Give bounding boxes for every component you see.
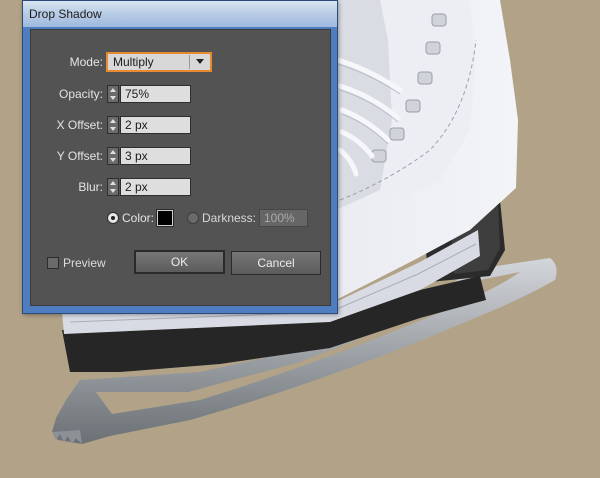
stepper-down-icon[interactable] <box>110 158 116 162</box>
x-offset-label: X Offset: <box>56 118 103 132</box>
opacity-stepper[interactable] <box>107 85 119 103</box>
dialog-title: Drop Shadow <box>29 7 102 21</box>
x-offset-input[interactable]: 2 px <box>120 116 191 134</box>
cancel-button[interactable]: Cancel <box>231 251 321 275</box>
stepper-down-icon[interactable] <box>110 127 116 131</box>
opacity-label: Opacity: <box>58 87 103 101</box>
ok-button[interactable]: OK <box>134 250 225 274</box>
y-offset-input[interactable]: 3 px <box>120 147 191 165</box>
mode-select[interactable]: Multiply <box>106 52 212 72</box>
drop-shadow-dialog: Drop Shadow Mode: Multiply Opacity: 75% … <box>22 0 338 314</box>
opacity-input[interactable]: 75% <box>120 85 191 103</box>
dialog-panel: Mode: Multiply Opacity: 75% X Offset: 2 … <box>30 29 331 306</box>
stepper-up-icon[interactable] <box>110 181 116 185</box>
stepper-up-icon[interactable] <box>110 119 116 123</box>
blur-input[interactable]: 2 px <box>120 178 191 196</box>
x-offset-stepper[interactable] <box>107 116 119 134</box>
color-radio[interactable] <box>107 212 119 224</box>
shadow-color-swatch[interactable] <box>156 209 174 227</box>
mode-select-value: Multiply <box>113 55 154 69</box>
y-offset-label: Y Offset: <box>56 149 103 163</box>
y-offset-stepper[interactable] <box>107 147 119 165</box>
chevron-down-icon[interactable] <box>196 59 204 64</box>
stepper-up-icon[interactable] <box>110 150 116 154</box>
color-label: Color: <box>122 211 155 225</box>
darkness-radio[interactable] <box>187 212 199 224</box>
stepper-up-icon[interactable] <box>110 88 116 92</box>
blur-label: Blur: <box>78 180 103 194</box>
stepper-down-icon[interactable] <box>110 96 116 100</box>
darkness-input[interactable]: 100% <box>259 209 308 227</box>
dialog-titlebar[interactable]: Drop Shadow <box>23 1 337 27</box>
preview-label: Preview <box>63 256 106 270</box>
blur-stepper[interactable] <box>107 178 119 196</box>
preview-checkbox[interactable] <box>47 257 59 269</box>
stepper-down-icon[interactable] <box>110 189 116 193</box>
mode-label: Mode: <box>69 55 103 69</box>
darkness-label: Darkness: <box>202 211 257 225</box>
select-separator <box>189 55 190 69</box>
